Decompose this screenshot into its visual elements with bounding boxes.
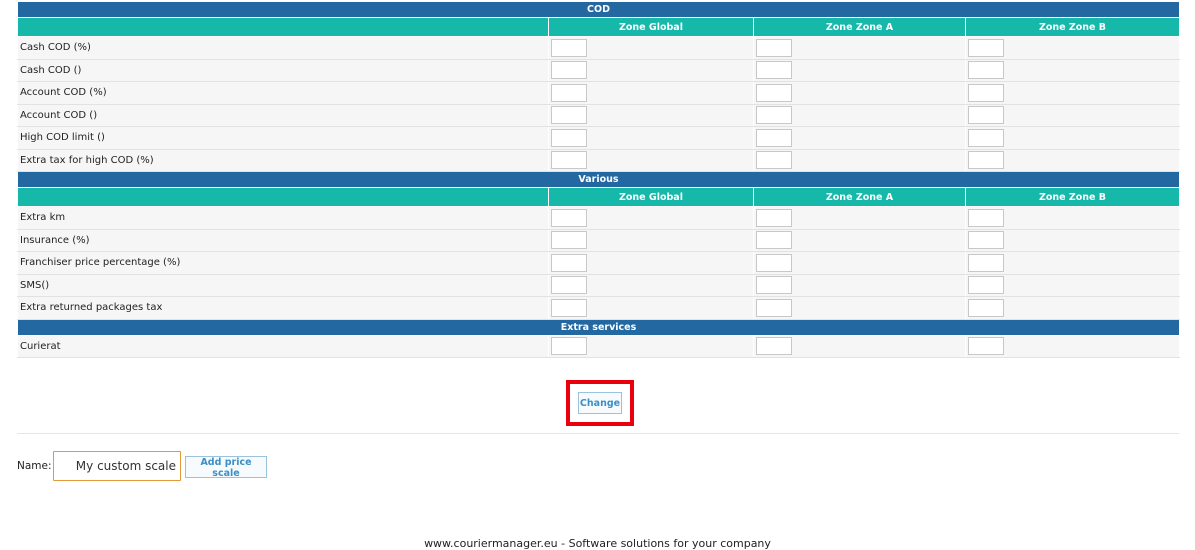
cash-cod-percent-zone-a-input[interactable]	[756, 38, 792, 57]
add-price-scale-button[interactable]: Add price scale	[185, 456, 267, 479]
table-row: Insurance (%)	[17, 228, 1180, 252]
zone-header-b: Zone Zone B	[965, 17, 1180, 37]
divider	[17, 433, 1179, 434]
table-row: Curierat	[17, 334, 1180, 358]
franchiser-percentage-zone-a-input[interactable]	[756, 253, 792, 272]
table-row: Extra km	[17, 206, 1180, 230]
row-label: High COD limit ()	[17, 126, 549, 150]
zone-header-blank	[17, 187, 549, 207]
cash-cod-zone-a-input[interactable]	[756, 61, 792, 80]
row-label: Insurance (%)	[17, 228, 549, 252]
table-row: Cash COD ()	[17, 58, 1180, 82]
cash-cod-zone-b-input[interactable]	[968, 61, 1004, 80]
account-cod-percent-global-input[interactable]	[551, 83, 587, 102]
table-row: Account COD ()	[17, 103, 1180, 127]
zone-header-blank	[17, 17, 549, 37]
table-row: SMS()	[17, 273, 1180, 297]
zone-header-a: Zone Zone A	[753, 17, 966, 37]
row-label: Extra km	[17, 206, 549, 230]
account-cod-zone-a-input[interactable]	[756, 106, 792, 125]
table-row: Franchiser price percentage (%)	[17, 251, 1180, 275]
zone-header-global: Zone Global	[548, 187, 754, 207]
high-cod-limit-global-input[interactable]	[551, 128, 587, 147]
returned-packages-tax-zone-a-input[interactable]	[756, 298, 792, 317]
row-label: Account COD (%)	[17, 81, 549, 105]
zone-header-b: Zone Zone B	[965, 187, 1180, 207]
returned-packages-tax-zone-b-input[interactable]	[968, 298, 1004, 317]
cash-cod-percent-zone-b-input[interactable]	[968, 38, 1004, 57]
table-row: High COD limit ()	[17, 126, 1180, 150]
extra-km-zone-b-input[interactable]	[968, 208, 1004, 227]
section-title-extra-services: Extra services	[17, 318, 1180, 336]
row-label: Extra tax for high COD (%)	[17, 148, 549, 172]
extra-km-global-input[interactable]	[551, 208, 587, 227]
row-label: Account COD ()	[17, 103, 549, 127]
table-row: Account COD (%)	[17, 81, 1180, 105]
zone-header-global: Zone Global	[548, 17, 754, 37]
high-cod-limit-zone-a-input[interactable]	[756, 128, 792, 147]
account-cod-global-input[interactable]	[551, 106, 587, 125]
price-scale-table: COD Zone Global Zone Zone A Zone Zone B …	[17, 1, 1180, 358]
sms-zone-a-input[interactable]	[756, 276, 792, 295]
change-button-highlight: Change	[566, 380, 634, 426]
row-label: Curierat	[17, 334, 549, 358]
scale-name-input[interactable]	[53, 451, 181, 481]
curierat-zone-a-input[interactable]	[756, 337, 792, 356]
franchiser-percentage-global-input[interactable]	[551, 253, 587, 272]
change-button[interactable]: Change	[578, 392, 622, 414]
cash-cod-global-input[interactable]	[551, 61, 587, 80]
franchiser-percentage-zone-b-input[interactable]	[968, 253, 1004, 272]
table-row: Extra tax for high COD (%)	[17, 148, 1180, 172]
row-label: Franchiser price percentage (%)	[17, 251, 549, 275]
insurance-zone-a-input[interactable]	[756, 231, 792, 250]
section-title-various: Various	[17, 171, 1180, 188]
row-label: Cash COD ()	[17, 58, 549, 82]
section-title-cod: COD	[17, 1, 1180, 18]
curierat-global-input[interactable]	[551, 337, 587, 356]
extra-km-zone-a-input[interactable]	[756, 208, 792, 227]
row-label: Extra returned packages tax	[17, 296, 549, 320]
row-label: Cash COD (%)	[17, 36, 549, 60]
footer-text: www.couriermanager.eu - Software solutio…	[424, 537, 771, 550]
high-cod-limit-zone-b-input[interactable]	[968, 128, 1004, 147]
account-cod-percent-zone-a-input[interactable]	[756, 83, 792, 102]
account-cod-zone-b-input[interactable]	[968, 106, 1004, 125]
sms-global-input[interactable]	[551, 276, 587, 295]
name-label: Name:	[17, 460, 52, 472]
cash-cod-percent-global-input[interactable]	[551, 38, 587, 57]
sms-zone-b-input[interactable]	[968, 276, 1004, 295]
extra-tax-high-cod-global-input[interactable]	[551, 151, 587, 170]
insurance-zone-b-input[interactable]	[968, 231, 1004, 250]
table-row: Extra returned packages tax	[17, 296, 1180, 320]
extra-tax-high-cod-zone-b-input[interactable]	[968, 151, 1004, 170]
account-cod-percent-zone-b-input[interactable]	[968, 83, 1004, 102]
insurance-global-input[interactable]	[551, 231, 587, 250]
extra-tax-high-cod-zone-a-input[interactable]	[756, 151, 792, 170]
table-row: Cash COD (%)	[17, 36, 1180, 60]
row-label: SMS()	[17, 273, 549, 297]
returned-packages-tax-global-input[interactable]	[551, 298, 587, 317]
zone-header-a: Zone Zone A	[753, 187, 966, 207]
curierat-zone-b-input[interactable]	[968, 337, 1004, 356]
